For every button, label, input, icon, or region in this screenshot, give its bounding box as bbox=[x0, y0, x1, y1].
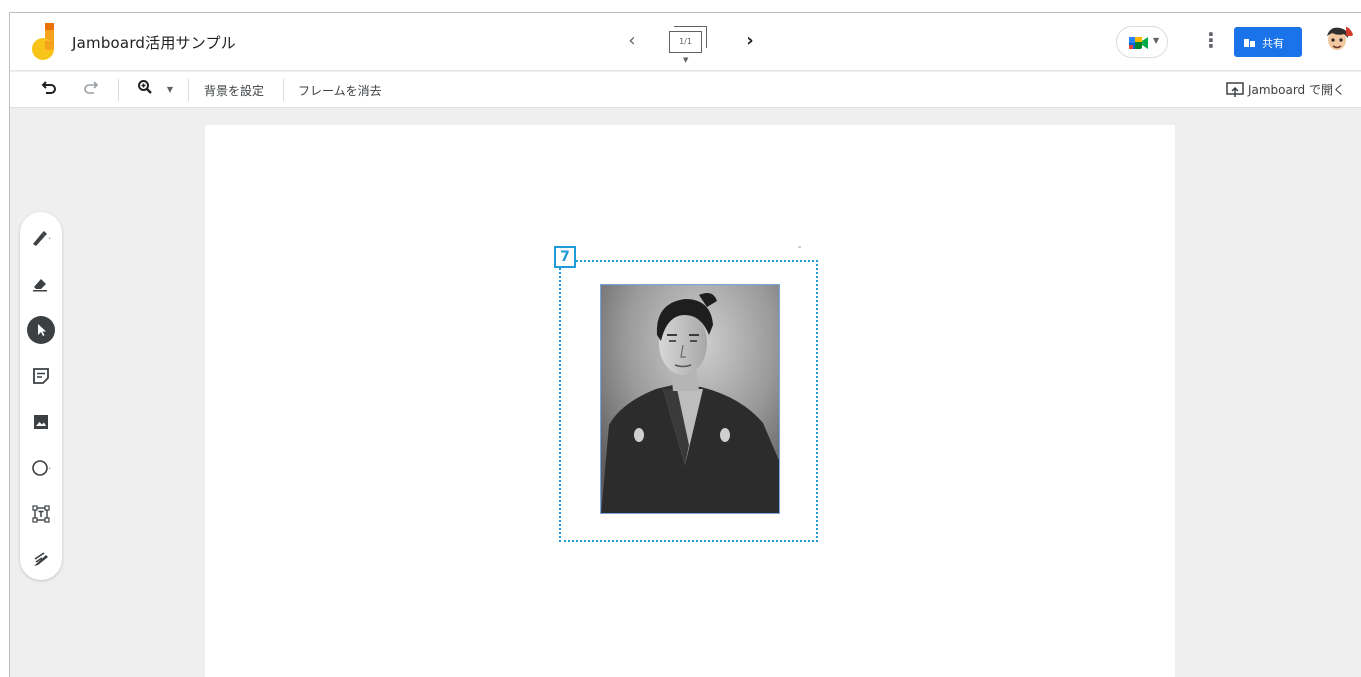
portrait-photo-image[interactable] bbox=[600, 284, 780, 514]
toolbar-divider bbox=[188, 79, 189, 101]
share-button-label: 共有 bbox=[1262, 37, 1284, 50]
shape-tool[interactable] bbox=[27, 454, 55, 482]
undo-icon[interactable] bbox=[38, 78, 60, 102]
meet-button[interactable]: ▼ bbox=[1116, 26, 1168, 58]
document-title[interactable]: Jamboard活用サンプル bbox=[72, 32, 236, 53]
select-tool[interactable] bbox=[27, 316, 55, 344]
redo-icon[interactable] bbox=[80, 78, 102, 102]
jam-frame-canvas[interactable]: 7 bbox=[205, 125, 1175, 677]
toolbar-divider bbox=[118, 79, 119, 101]
jamboard-window: Jamboard活用サンプル ‹ 1/1 ▼ › ▼ ⋮ 共有 ▼ 背景を設定 … bbox=[9, 12, 1361, 677]
open-in-jamboard-button[interactable]: Jamboard で開く bbox=[1226, 80, 1345, 102]
app-header: Jamboard活用サンプル ‹ 1/1 ▼ › ▼ ⋮ 共有 bbox=[10, 13, 1361, 71]
jamboard-logo bbox=[32, 23, 54, 60]
chevron-down-icon: ▼ bbox=[683, 56, 689, 64]
set-background-button[interactable]: 背景を設定 bbox=[204, 82, 264, 99]
zoom-dropdown-icon[interactable]: ▼ bbox=[164, 78, 176, 102]
avatar[interactable] bbox=[1322, 24, 1354, 56]
canvas-speck bbox=[798, 246, 801, 248]
chevron-down-icon: ▼ bbox=[1153, 36, 1160, 45]
toolbar: ▼ 背景を設定 フレームを消去 Jamboard で開く bbox=[10, 72, 1361, 108]
sticky-note-tool[interactable] bbox=[27, 362, 55, 390]
text-box-icon bbox=[32, 505, 50, 523]
zoom-icon[interactable] bbox=[134, 78, 156, 102]
pen-tool[interactable] bbox=[27, 224, 55, 252]
laser-icon bbox=[34, 552, 48, 566]
annotation-number-badge: 7 bbox=[554, 246, 576, 268]
select-icon bbox=[38, 324, 46, 336]
share-button[interactable]: 共有 bbox=[1234, 27, 1302, 57]
share-people-icon bbox=[1244, 39, 1255, 47]
circle-icon bbox=[32, 460, 51, 476]
toolbar-divider bbox=[283, 79, 284, 101]
meet-icon bbox=[1129, 37, 1148, 49]
text-box-tool[interactable] bbox=[27, 500, 55, 528]
image-tool[interactable] bbox=[27, 408, 55, 436]
clear-frame-button[interactable]: フレームを消去 bbox=[298, 82, 382, 99]
image-icon bbox=[34, 415, 48, 429]
more-options-icon[interactable]: ⋮ bbox=[1201, 29, 1221, 55]
laser-tool[interactable] bbox=[27, 546, 55, 574]
open-in-app-icon bbox=[1226, 82, 1244, 97]
next-frame-button[interactable]: › bbox=[740, 30, 760, 54]
sticky-note-icon bbox=[33, 368, 49, 384]
frame-counter-label: 1/1 bbox=[669, 31, 702, 53]
eraser-icon bbox=[33, 279, 47, 292]
previous-frame-button[interactable]: ‹ bbox=[622, 30, 642, 54]
tool-palette bbox=[20, 212, 62, 580]
pen-icon bbox=[33, 231, 51, 246]
frame-bar-toggle[interactable]: 1/1 ▼ bbox=[666, 26, 710, 64]
eraser-tool[interactable] bbox=[27, 270, 55, 298]
